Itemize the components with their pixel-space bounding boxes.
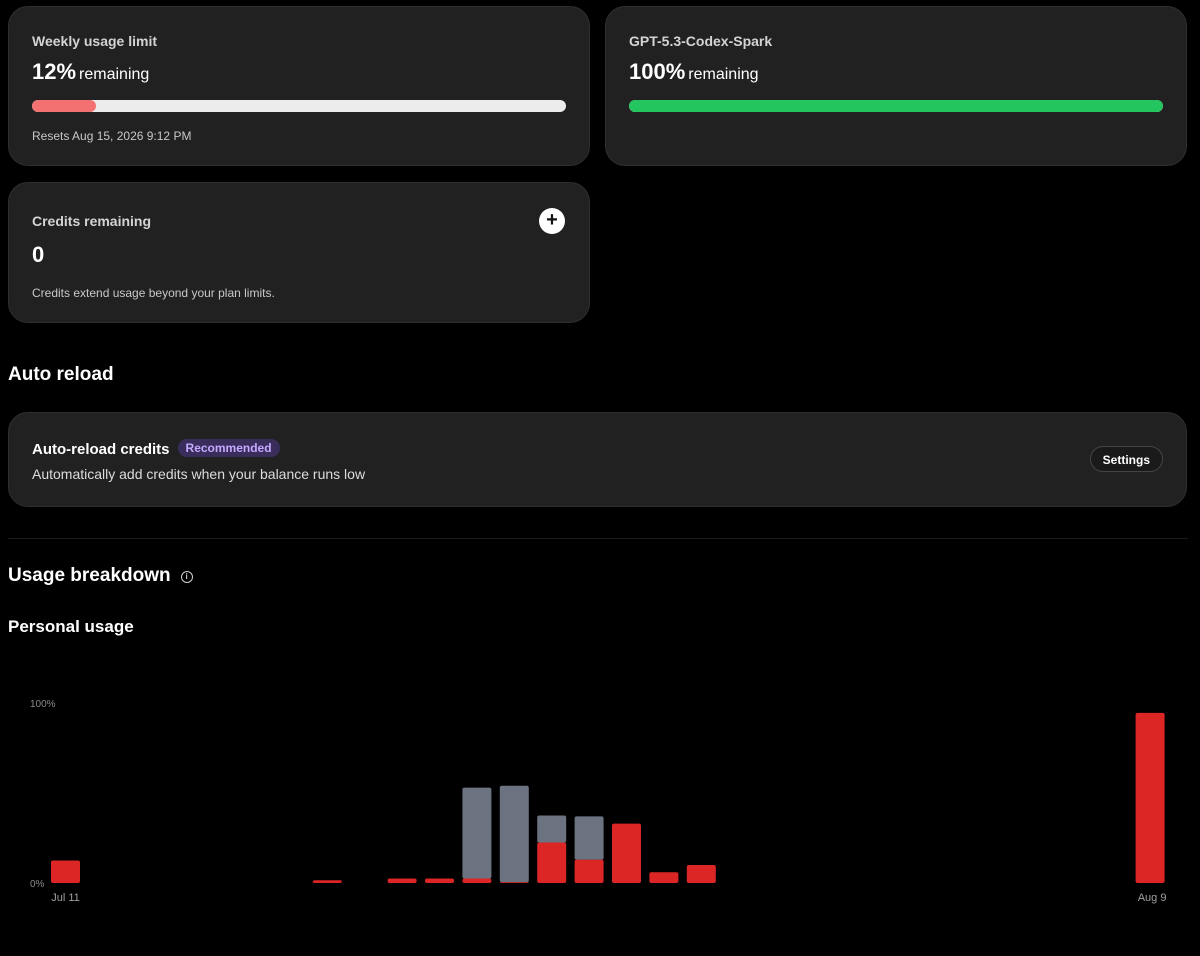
settings-button[interactable]: Settings — [1089, 446, 1163, 472]
personal-usage-chart: 100% 0% Jul 11 Aug 9 — [30, 699, 1167, 904]
auto-reload-heading: Auto reload — [8, 364, 114, 385]
auto-reload-title-row: Auto-reload credits Recommended — [32, 439, 280, 458]
weekly-usage-reset: Resets Aug 15, 2026 9:12 PM — [32, 129, 192, 143]
weekly-usage-label: Weekly usage limit — [32, 33, 158, 49]
usage-bar-segment[interactable] — [574, 816, 604, 860]
info-icon[interactable]: i — [180, 571, 193, 583]
usage-bar-segment[interactable] — [537, 842, 567, 884]
y-tick-label: 0% — [30, 879, 45, 890]
usage-breakdown-heading: Usage breakdown i — [8, 565, 193, 587]
usage-bar-segment[interactable] — [574, 859, 604, 883]
spark-usage-percent: 100% — [629, 59, 686, 84]
y-tick-label: 100% — [30, 699, 56, 710]
recommended-badge: Recommended — [177, 439, 280, 457]
spark-usage-card: GPT-5.3-Codex-Spark 100% remaining — [605, 6, 1187, 166]
usage-breakdown-title: Usage breakdown — [8, 565, 171, 586]
usage-bar-segment[interactable] — [51, 860, 80, 884]
spark-usage-progress — [629, 100, 1163, 112]
spark-usage-suffix: remaining — [688, 66, 759, 83]
usage-bar-segment[interactable] — [1135, 712, 1165, 883]
plus-icon: + — [546, 209, 558, 231]
usage-bar-segment[interactable] — [686, 865, 716, 883]
weekly-usage-value: 12% remaining — [32, 59, 149, 85]
x-tick-label: Aug 9 — [1138, 892, 1167, 904]
auto-reload-title: Auto-reload credits — [32, 441, 170, 458]
spark-usage-value: 100% remaining — [629, 59, 759, 85]
spark-usage-label: GPT-5.3-Codex-Spark — [629, 33, 773, 49]
x-tick-label: Jul 11 — [51, 892, 80, 904]
weekly-usage-suffix: remaining — [79, 66, 150, 83]
usage-bar-segment[interactable] — [312, 880, 342, 883]
usage-bar-segment[interactable] — [612, 823, 641, 883]
usage-bar-segment[interactable] — [425, 878, 454, 884]
credits-note: Credits extend usage beyond your plan li… — [32, 286, 275, 300]
credits-label: Credits remaining — [32, 213, 152, 229]
usage-bar-segment[interactable] — [649, 872, 679, 883]
add-credits-button[interactable]: + — [539, 208, 565, 234]
weekly-usage-percent: 12% — [32, 59, 77, 84]
usage-bar-segment[interactable] — [499, 785, 529, 883]
usage-bar-segment[interactable] — [462, 878, 492, 884]
personal-usage-heading: Personal usage — [8, 617, 134, 636]
weekly-usage-card: Weekly usage limit 12% remaining Resets A… — [8, 6, 590, 166]
credits-value: 0 — [32, 242, 45, 267]
auto-reload-card: Auto-reload credits Recommended Automatic… — [8, 412, 1187, 507]
weekly-usage-progress — [32, 100, 566, 112]
weekly-usage-progress-fill — [32, 100, 97, 112]
usage-bar-segment[interactable] — [499, 882, 529, 883]
section-divider — [8, 538, 1188, 539]
credits-card: Credits remaining + 0 Credits extend usa… — [8, 182, 590, 323]
usage-bar-segment[interactable] — [462, 787, 492, 879]
usage-bar-segment[interactable] — [537, 815, 567, 843]
auto-reload-description: Automatically add credits when your bala… — [32, 466, 366, 482]
spark-usage-progress-fill — [629, 100, 1163, 112]
usage-bar-segment[interactable] — [387, 878, 417, 884]
